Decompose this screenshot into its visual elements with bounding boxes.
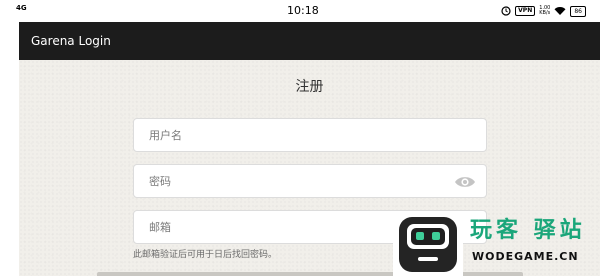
status-bar: 4G 10:18 VPN 1.00 KB/s 86 (0, 0, 600, 22)
password-input[interactable] (134, 165, 486, 197)
app-bar: Garena Login (19, 22, 600, 60)
page-title: 注册 (295, 79, 324, 95)
watermark-domain: WODEGAME.CN (472, 250, 579, 263)
vpn-icon: VPN (515, 6, 536, 16)
network-indicator: 4G (16, 4, 27, 12)
eye-icon[interactable] (454, 174, 476, 190)
screen: 4G 10:18 VPN 1.00 KB/s 86 Garena Login 注… (0, 0, 600, 276)
username-input[interactable] (134, 119, 486, 151)
network-speed: 1.00 KB/s (539, 6, 550, 16)
wifi-icon (554, 6, 566, 16)
battery-icon: 86 (570, 5, 586, 17)
speed-unit: KB/s (539, 10, 551, 16)
password-field[interactable] (133, 164, 487, 198)
watermark-robot-icon (393, 213, 463, 276)
alarm-icon (501, 6, 511, 16)
email-hint: 此邮箱验证后可用于日后找回密码。 (133, 250, 278, 260)
app-title: Garena Login (31, 34, 111, 48)
status-icons: VPN 1.00 KB/s 86 (501, 5, 586, 17)
username-field[interactable] (133, 118, 487, 152)
clock: 10:18 (287, 4, 319, 17)
watermark-brand: 玩客 驿站 (470, 218, 586, 243)
